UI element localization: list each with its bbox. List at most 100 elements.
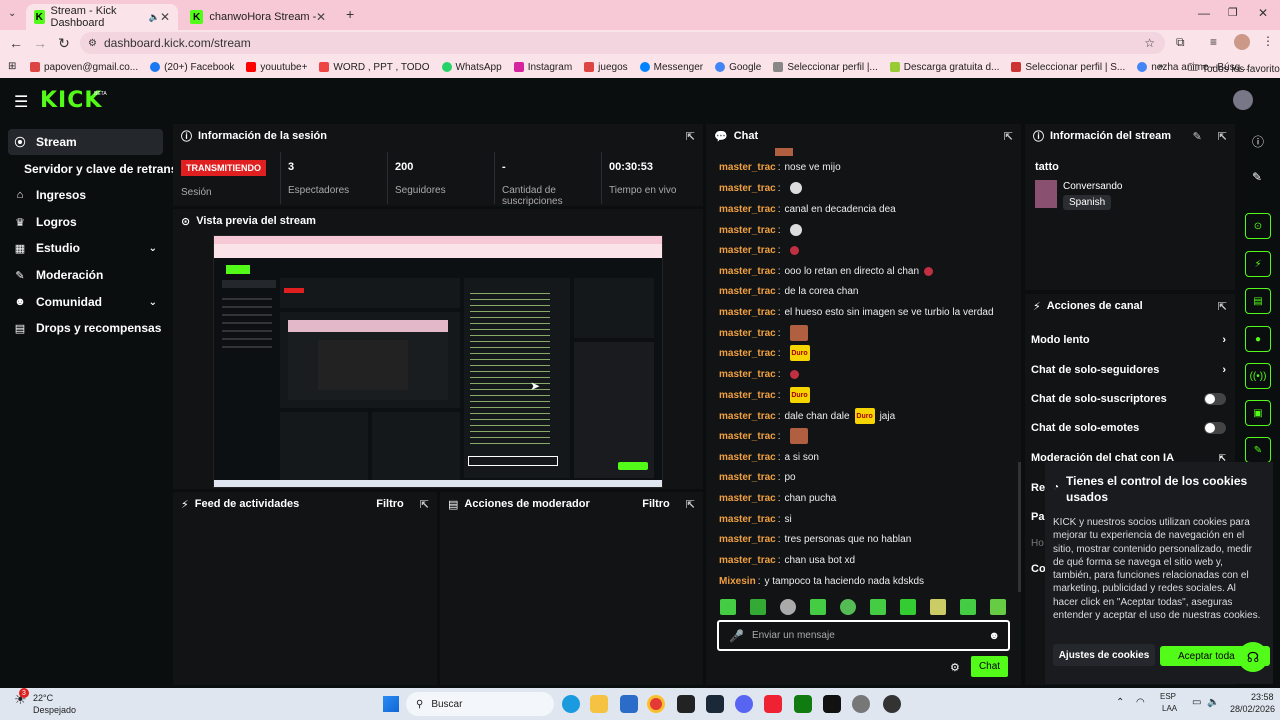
profile-avatar[interactable]	[1234, 34, 1250, 50]
edit-icon[interactable]: ✎	[1252, 170, 1262, 184]
sidebar-item-moderacion[interactable]: ✎ Moderación	[8, 262, 163, 288]
bookmark-juegos[interactable]: juegos	[584, 62, 628, 73]
tiktok-icon[interactable]	[823, 695, 841, 713]
tab-list-icon[interactable]: ⌄	[8, 8, 16, 19]
sidebar-item-server-key[interactable]: Servidor y clave de retransm	[18, 156, 188, 182]
filter-button[interactable]: Filtro	[642, 498, 670, 510]
chat-username[interactable]: master_trac	[719, 204, 776, 215]
apps-grid-icon[interactable]: ⊞	[8, 61, 16, 72]
t-app-icon[interactable]	[764, 695, 782, 713]
expand-icon[interactable]: ⇱	[420, 498, 429, 511]
language-code[interactable]: ESP	[1160, 692, 1176, 701]
bookmark-instagram[interactable]: Instagram	[513, 62, 572, 73]
toolbar-list-icon[interactable]: ▤	[1245, 288, 1271, 314]
toolbar-broadcast-icon[interactable]: ((•))	[1245, 363, 1271, 389]
chat-username[interactable]: Mixesin	[719, 576, 756, 587]
close-window-icon[interactable]: ✕	[1258, 6, 1268, 20]
chat-username[interactable]: master_trac	[719, 555, 776, 566]
bookmark-messenger[interactable]: Messenger	[639, 62, 703, 73]
volume-icon[interactable]: 🔈	[1207, 697, 1219, 708]
toolbar-mod-icon[interactable]: ▣	[1245, 400, 1271, 426]
toolbar-chat-icon[interactable]: ●	[1245, 326, 1271, 352]
cookie-settings-button[interactable]: Ajustes de cookies	[1053, 644, 1155, 666]
chat-username[interactable]: master_trac	[719, 328, 776, 339]
weather-desc[interactable]: Despejado	[33, 705, 76, 715]
chat-scrollbar[interactable]	[1018, 462, 1021, 592]
sidebar-item-logros[interactable]: ♛ Logros	[8, 209, 163, 235]
emote-icon[interactable]	[960, 599, 976, 615]
obs-icon[interactable]	[883, 695, 901, 713]
emote-icon[interactable]	[810, 599, 826, 615]
tab-kick-dashboard[interactable]: K Stream - Kick Dashboard 🔈 ✕	[26, 4, 178, 30]
chat-username[interactable]: master_trac	[719, 514, 776, 525]
forward-icon[interactable]: →	[28, 35, 52, 51]
info-icon[interactable]: ⓘ	[1252, 133, 1264, 150]
minimize-icon[interactable]: —	[1198, 6, 1210, 20]
chat-username[interactable]: master_trac	[719, 348, 776, 359]
emote-icon[interactable]	[750, 599, 766, 615]
subscribers-only-toggle[interactable]	[1204, 393, 1226, 405]
bookmark-star-icon[interactable]: ☆	[1144, 36, 1155, 50]
chat-settings-icon[interactable]: ⚙	[950, 661, 960, 674]
file-explorer-icon[interactable]	[590, 695, 608, 713]
expand-icon[interactable]: ⇱	[1004, 130, 1013, 143]
chat-username[interactable]: master_trac	[719, 369, 776, 380]
close-tab-icon[interactable]: ✕	[316, 10, 326, 24]
sidebar-item-drops[interactable]: ▤ Drops y recompensas	[8, 315, 178, 341]
chat-username[interactable]: master_trac	[719, 534, 776, 545]
filter-button[interactable]: Filtro	[376, 498, 404, 510]
extensions-icon[interactable]: ⧉	[1176, 35, 1185, 50]
wifi-icon[interactable]: ◠	[1136, 697, 1145, 708]
network-icon[interactable]: ▭	[1192, 697, 1201, 708]
emote-icon[interactable]	[990, 599, 1006, 615]
bookmark-google[interactable]: Google	[715, 62, 761, 73]
back-icon[interactable]: ←	[4, 35, 28, 51]
sidebar-item-ingresos[interactable]: ⌂ Ingresos	[8, 182, 163, 208]
clock-time[interactable]: 23:58	[1251, 692, 1274, 702]
site-info-icon[interactable]: ⚙	[88, 38, 97, 49]
sidebar-item-comunidad[interactable]: ☻ Comunidad ⌄	[8, 289, 163, 315]
steam-icon[interactable]	[706, 695, 724, 713]
send-chat-button[interactable]: Chat	[971, 656, 1008, 677]
language-layout[interactable]: LAA	[1162, 704, 1177, 713]
slow-mode-row[interactable]: Modo lento ›	[1031, 330, 1226, 350]
chat-username[interactable]: master_trac	[719, 452, 776, 463]
toolbar-wrench-icon[interactable]: ✎	[1245, 437, 1271, 463]
toolbar-preview-icon[interactable]: ⊙	[1245, 213, 1271, 239]
emotes-only-toggle[interactable]	[1204, 422, 1226, 434]
store-icon[interactable]	[620, 695, 638, 713]
discord-icon[interactable]	[735, 695, 753, 713]
chat-username[interactable]: master_trac	[719, 472, 776, 483]
expand-icon[interactable]: ⇱	[1218, 130, 1227, 143]
tray-chevron-icon[interactable]: ⌃	[1116, 697, 1124, 708]
bookmark-gmail[interactable]: papoven@gmail.co...	[30, 62, 138, 73]
maximize-icon[interactable]: ❐	[1228, 6, 1238, 19]
chrome-icon[interactable]	[647, 695, 665, 713]
microphone-icon[interactable]: 🎤	[729, 629, 744, 643]
chat-username[interactable]: master_trac	[719, 390, 776, 401]
audio-icon[interactable]: 🔈	[149, 12, 160, 23]
chat-username[interactable]: master_trac	[719, 286, 776, 297]
chat-username[interactable]: master_trac	[719, 493, 776, 504]
edge-icon[interactable]	[562, 695, 580, 713]
sidebar-item-stream[interactable]: ⦿ Stream	[8, 129, 163, 155]
media-icon[interactable]: ≡	[1210, 35, 1217, 49]
more-bookmarks-icon[interactable]: »	[1158, 61, 1164, 72]
xbox-icon[interactable]	[794, 695, 812, 713]
hamburger-menu-icon[interactable]: ☰	[14, 92, 28, 112]
new-tab-icon[interactable]: +	[346, 6, 354, 22]
chat-username[interactable]: master_trac	[719, 431, 776, 442]
expand-icon[interactable]: ⇱	[1218, 300, 1227, 313]
bookmark-perfil-1[interactable]: Seleccionar perfil |...	[773, 62, 878, 73]
close-tab-icon[interactable]: ✕	[160, 10, 170, 24]
bookmark-whatsapp[interactable]: WhatsApp	[441, 62, 502, 73]
bookmark-facebook[interactable]: (20+) Facebook	[150, 62, 234, 73]
chat-username[interactable]: master_trac	[719, 307, 776, 318]
chat-username[interactable]: master_trac	[719, 266, 776, 277]
expand-icon[interactable]: ⇱	[686, 498, 695, 511]
taskbar-search[interactable]: ⚲ Buscar	[406, 692, 554, 716]
tab-chanwohora-stream[interactable]: K chanwoHora Stream - Watch Li ✕	[182, 4, 334, 30]
sidebar-item-estudio[interactable]: ▦ Estudio ⌄	[8, 235, 163, 261]
bookmark-word[interactable]: WORD , PPT , TODO	[319, 62, 430, 73]
edit-icon[interactable]: ✎	[1193, 130, 1202, 143]
